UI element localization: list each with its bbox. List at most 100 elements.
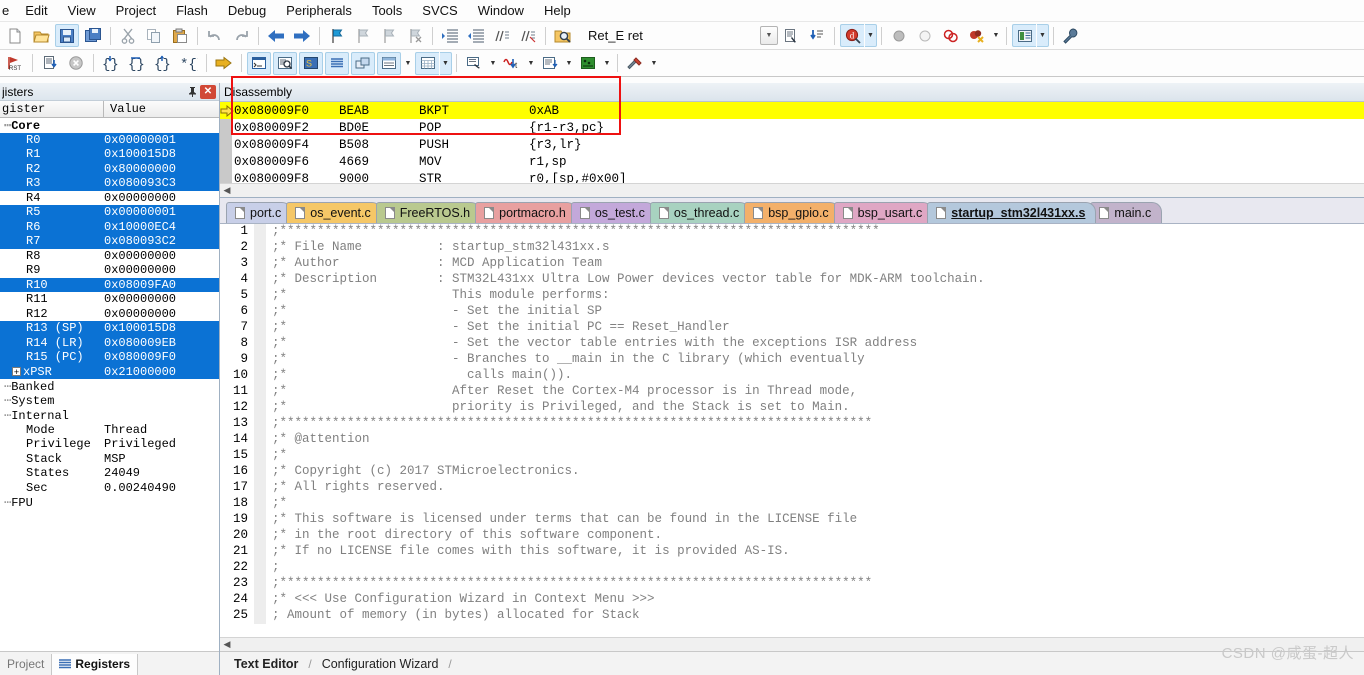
editor-line[interactable]: 17 ;* All rights reserved.: [220, 480, 1364, 496]
insert-breakpoint-icon[interactable]: [887, 24, 911, 47]
register-row-stack[interactable]: Stack MSP: [0, 452, 219, 467]
dock-tab-project[interactable]: Project: [0, 654, 51, 675]
disassembly-window-icon[interactable]: [273, 51, 297, 75]
register-row-r15-pc[interactable]: R15 (PC) 0x080009F0: [0, 350, 219, 365]
editor-line[interactable]: 22;: [220, 560, 1364, 576]
line-gutter[interactable]: [254, 384, 266, 400]
register-row-r0[interactable]: R0 0x00000001: [0, 132, 219, 147]
register-row-r5[interactable]: R5 0x00000001: [0, 205, 219, 220]
register-row-r13-sp[interactable]: R13 (SP) 0x100015D8: [0, 321, 219, 336]
editor-hscrollbar[interactable]: ◀: [220, 637, 1364, 651]
watch-window-icon[interactable]: [377, 51, 401, 75]
uncomment-icon[interactable]: [516, 24, 540, 47]
chevron-down-icon[interactable]: ▼: [601, 52, 613, 75]
register-group-system[interactable]: ⋯System: [0, 394, 219, 408]
bookmark-next-icon[interactable]: [377, 24, 401, 47]
chevron-down-icon[interactable]: ▼: [760, 26, 778, 45]
save-icon[interactable]: [55, 24, 79, 47]
line-gutter[interactable]: [254, 416, 266, 432]
line-gutter[interactable]: [254, 368, 266, 384]
register-row-r1[interactable]: R1 0x100015D8: [0, 147, 219, 162]
file-tab-main-c[interactable]: main.c: [1090, 202, 1163, 223]
chevron-down-icon[interactable]: ▼: [990, 24, 1002, 47]
line-gutter[interactable]: [254, 400, 266, 416]
navigate-forward-icon[interactable]: [290, 24, 314, 47]
disable-all-breakpoints-icon[interactable]: [939, 24, 963, 47]
editor-line[interactable]: 8 ;* - Set the vector table entries with …: [220, 336, 1364, 352]
chevron-down-icon[interactable]: ▼: [440, 51, 452, 75]
configure-target-icon[interactable]: [1059, 24, 1083, 47]
editor-line[interactable]: 16 ;* Copyright (c) 2017 STMicroelectroni…: [220, 464, 1364, 480]
run-icon[interactable]: [38, 52, 62, 75]
line-gutter[interactable]: [254, 464, 266, 480]
editor-line[interactable]: 14 ;* @attention: [220, 432, 1364, 448]
editor-viewport[interactable]: 1 ;**************************************…: [220, 224, 1364, 637]
register-group-core[interactable]: ⋯Core: [0, 118, 219, 133]
manage-components-icon[interactable]: [1012, 24, 1036, 47]
chevron-down-icon[interactable]: ▼: [487, 52, 499, 75]
file-tab-portmacro-h[interactable]: portmacro.h: [475, 202, 577, 223]
memory-window-icon[interactable]: [415, 51, 439, 75]
register-row-mode[interactable]: Mode Thread: [0, 423, 219, 438]
line-gutter[interactable]: [254, 608, 266, 624]
step-over-icon[interactable]: {}: [125, 52, 149, 75]
scroll-left-icon[interactable]: ◀: [220, 185, 234, 196]
file-tab-bsp-usart-c[interactable]: bsp_usart.c: [833, 202, 934, 223]
line-gutter[interactable]: [254, 336, 266, 352]
line-gutter[interactable]: [254, 592, 266, 608]
insert-bookmark-icon[interactable]: [805, 24, 829, 47]
register-row-r4[interactable]: R4 0x00000000: [0, 191, 219, 206]
line-gutter[interactable]: [254, 272, 266, 288]
disassembly-hscrollbar[interactable]: ◀: [220, 183, 1364, 197]
register-row-r10[interactable]: R10 0x08009FA0: [0, 277, 219, 292]
disable-breakpoint-icon[interactable]: [913, 24, 937, 47]
column-header-register[interactable]: gister: [0, 101, 104, 117]
trace-window-icon[interactable]: [538, 52, 562, 75]
register-row-r6[interactable]: R6 0x10000EC4: [0, 219, 219, 234]
editor-line[interactable]: 1 ;**************************************…: [220, 224, 1364, 240]
registers-window-icon[interactable]: [325, 51, 349, 75]
editor-line[interactable]: 18 ;*: [220, 496, 1364, 512]
scroll-left-icon[interactable]: ◀: [220, 639, 234, 650]
close-icon[interactable]: ✕: [200, 84, 216, 99]
line-gutter[interactable]: [254, 432, 266, 448]
open-file-icon[interactable]: [29, 24, 53, 47]
editor-line[interactable]: 3 ;* Author : MCD Application Team: [220, 256, 1364, 272]
line-gutter[interactable]: [254, 560, 266, 576]
navigate-back-icon[interactable]: [264, 24, 288, 47]
register-row-sec[interactable]: Sec 0.00240490: [0, 481, 219, 496]
register-group-banked[interactable]: ⋯Banked: [0, 379, 219, 394]
register-group-internal[interactable]: ⋯Internal: [0, 408, 219, 423]
editor-line[interactable]: 11 ;* After Reset the Cortex-M4 processor…: [220, 384, 1364, 400]
step-into-icon[interactable]: {}: [99, 52, 123, 75]
tab-text-editor[interactable]: Text Editor: [224, 655, 308, 673]
run-to-cursor-icon[interactable]: *{}: [177, 52, 201, 75]
show-next-statement-icon[interactable]: [212, 52, 236, 75]
register-row-states[interactable]: States 24049: [0, 466, 219, 481]
disassembly-body[interactable]: 0x080009F0 BEAB BKPT 0xAB 0x080009F2 BD0…: [220, 102, 1364, 183]
line-gutter[interactable]: [254, 448, 266, 464]
command-window-icon[interactable]: [247, 51, 271, 75]
disassembly-line[interactable]: 0x080009F2 BD0E POP {r1-r3,pc}: [220, 119, 1364, 136]
line-gutter[interactable]: [254, 496, 266, 512]
disassembly-line[interactable]: 0x080009F6 4669 MOV r1,sp: [220, 153, 1364, 170]
editor-line[interactable]: 20 ;* in the root directory of this softw…: [220, 528, 1364, 544]
file-tab-bsp-gpio-c[interactable]: bsp_gpio.c: [744, 202, 840, 223]
symbols-window-icon[interactable]: S: [299, 51, 323, 75]
register-row-r3[interactable]: R3 0x080093C3: [0, 176, 219, 191]
line-gutter[interactable]: [254, 256, 266, 272]
find-input[interactable]: Ret_E ret: [582, 28, 732, 43]
comment-icon[interactable]: [490, 24, 514, 47]
expand-xpsr-icon[interactable]: +: [12, 367, 21, 377]
menu-svcs[interactable]: SVCS: [412, 1, 467, 20]
menu-tools[interactable]: Tools: [362, 1, 412, 20]
menu-help[interactable]: Help: [534, 1, 581, 20]
step-out-icon[interactable]: {}: [151, 52, 175, 75]
paste-icon[interactable]: [168, 24, 192, 47]
editor-line[interactable]: 25 ; Amount of memory (in bytes) allocate…: [220, 608, 1364, 624]
editor-line[interactable]: 9 ;* - Branches to __main in the C librar…: [220, 352, 1364, 368]
chevron-down-icon[interactable]: ▼: [648, 52, 660, 75]
line-gutter[interactable]: [254, 480, 266, 496]
editor-line[interactable]: 5 ;* This module performs:: [220, 288, 1364, 304]
chevron-down-icon[interactable]: ▼: [563, 52, 575, 75]
